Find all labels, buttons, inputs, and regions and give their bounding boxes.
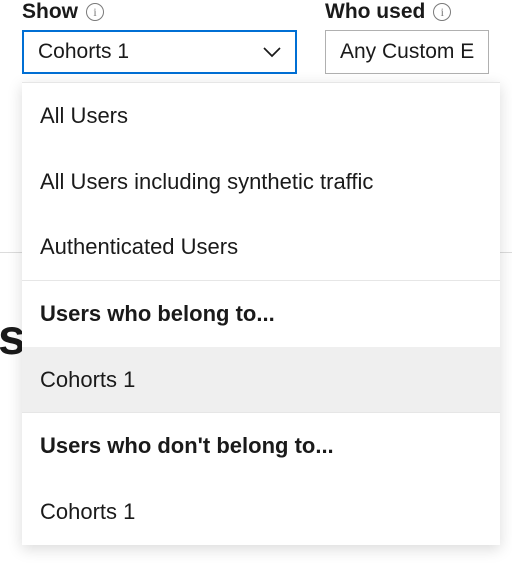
dropdown-option-all-users[interactable]: All Users (22, 83, 500, 149)
chevron-down-icon (263, 46, 281, 58)
info-icon[interactable]: i (86, 3, 104, 21)
show-dropdown-value: Cohorts 1 (38, 40, 129, 64)
dropdown-group-belong: Users who belong to... (22, 280, 500, 347)
show-dropdown[interactable]: Cohorts 1 (22, 30, 297, 74)
dropdown-option-cohorts-not-belong[interactable]: Cohorts 1 (22, 479, 500, 545)
show-dropdown-menu: All Users All Users including synthetic … (22, 82, 500, 545)
show-field: Show i Cohorts 1 (22, 0, 297, 74)
dropdown-option-cohorts-belong[interactable]: Cohorts 1 (22, 347, 500, 413)
dropdown-option-synthetic[interactable]: All Users including synthetic traffic (22, 149, 500, 215)
info-icon[interactable]: i (433, 3, 451, 21)
who-used-label: Who used (325, 0, 425, 24)
who-used-dropdown[interactable]: Any Custom E (325, 30, 489, 74)
dropdown-group-not-belong: Users who don't belong to... (22, 412, 500, 479)
show-label: Show (22, 0, 78, 24)
dropdown-option-authenticated[interactable]: Authenticated Users (22, 214, 500, 280)
who-used-dropdown-value: Any Custom E (340, 40, 474, 64)
who-used-field: Who used i Any Custom E (325, 0, 489, 74)
